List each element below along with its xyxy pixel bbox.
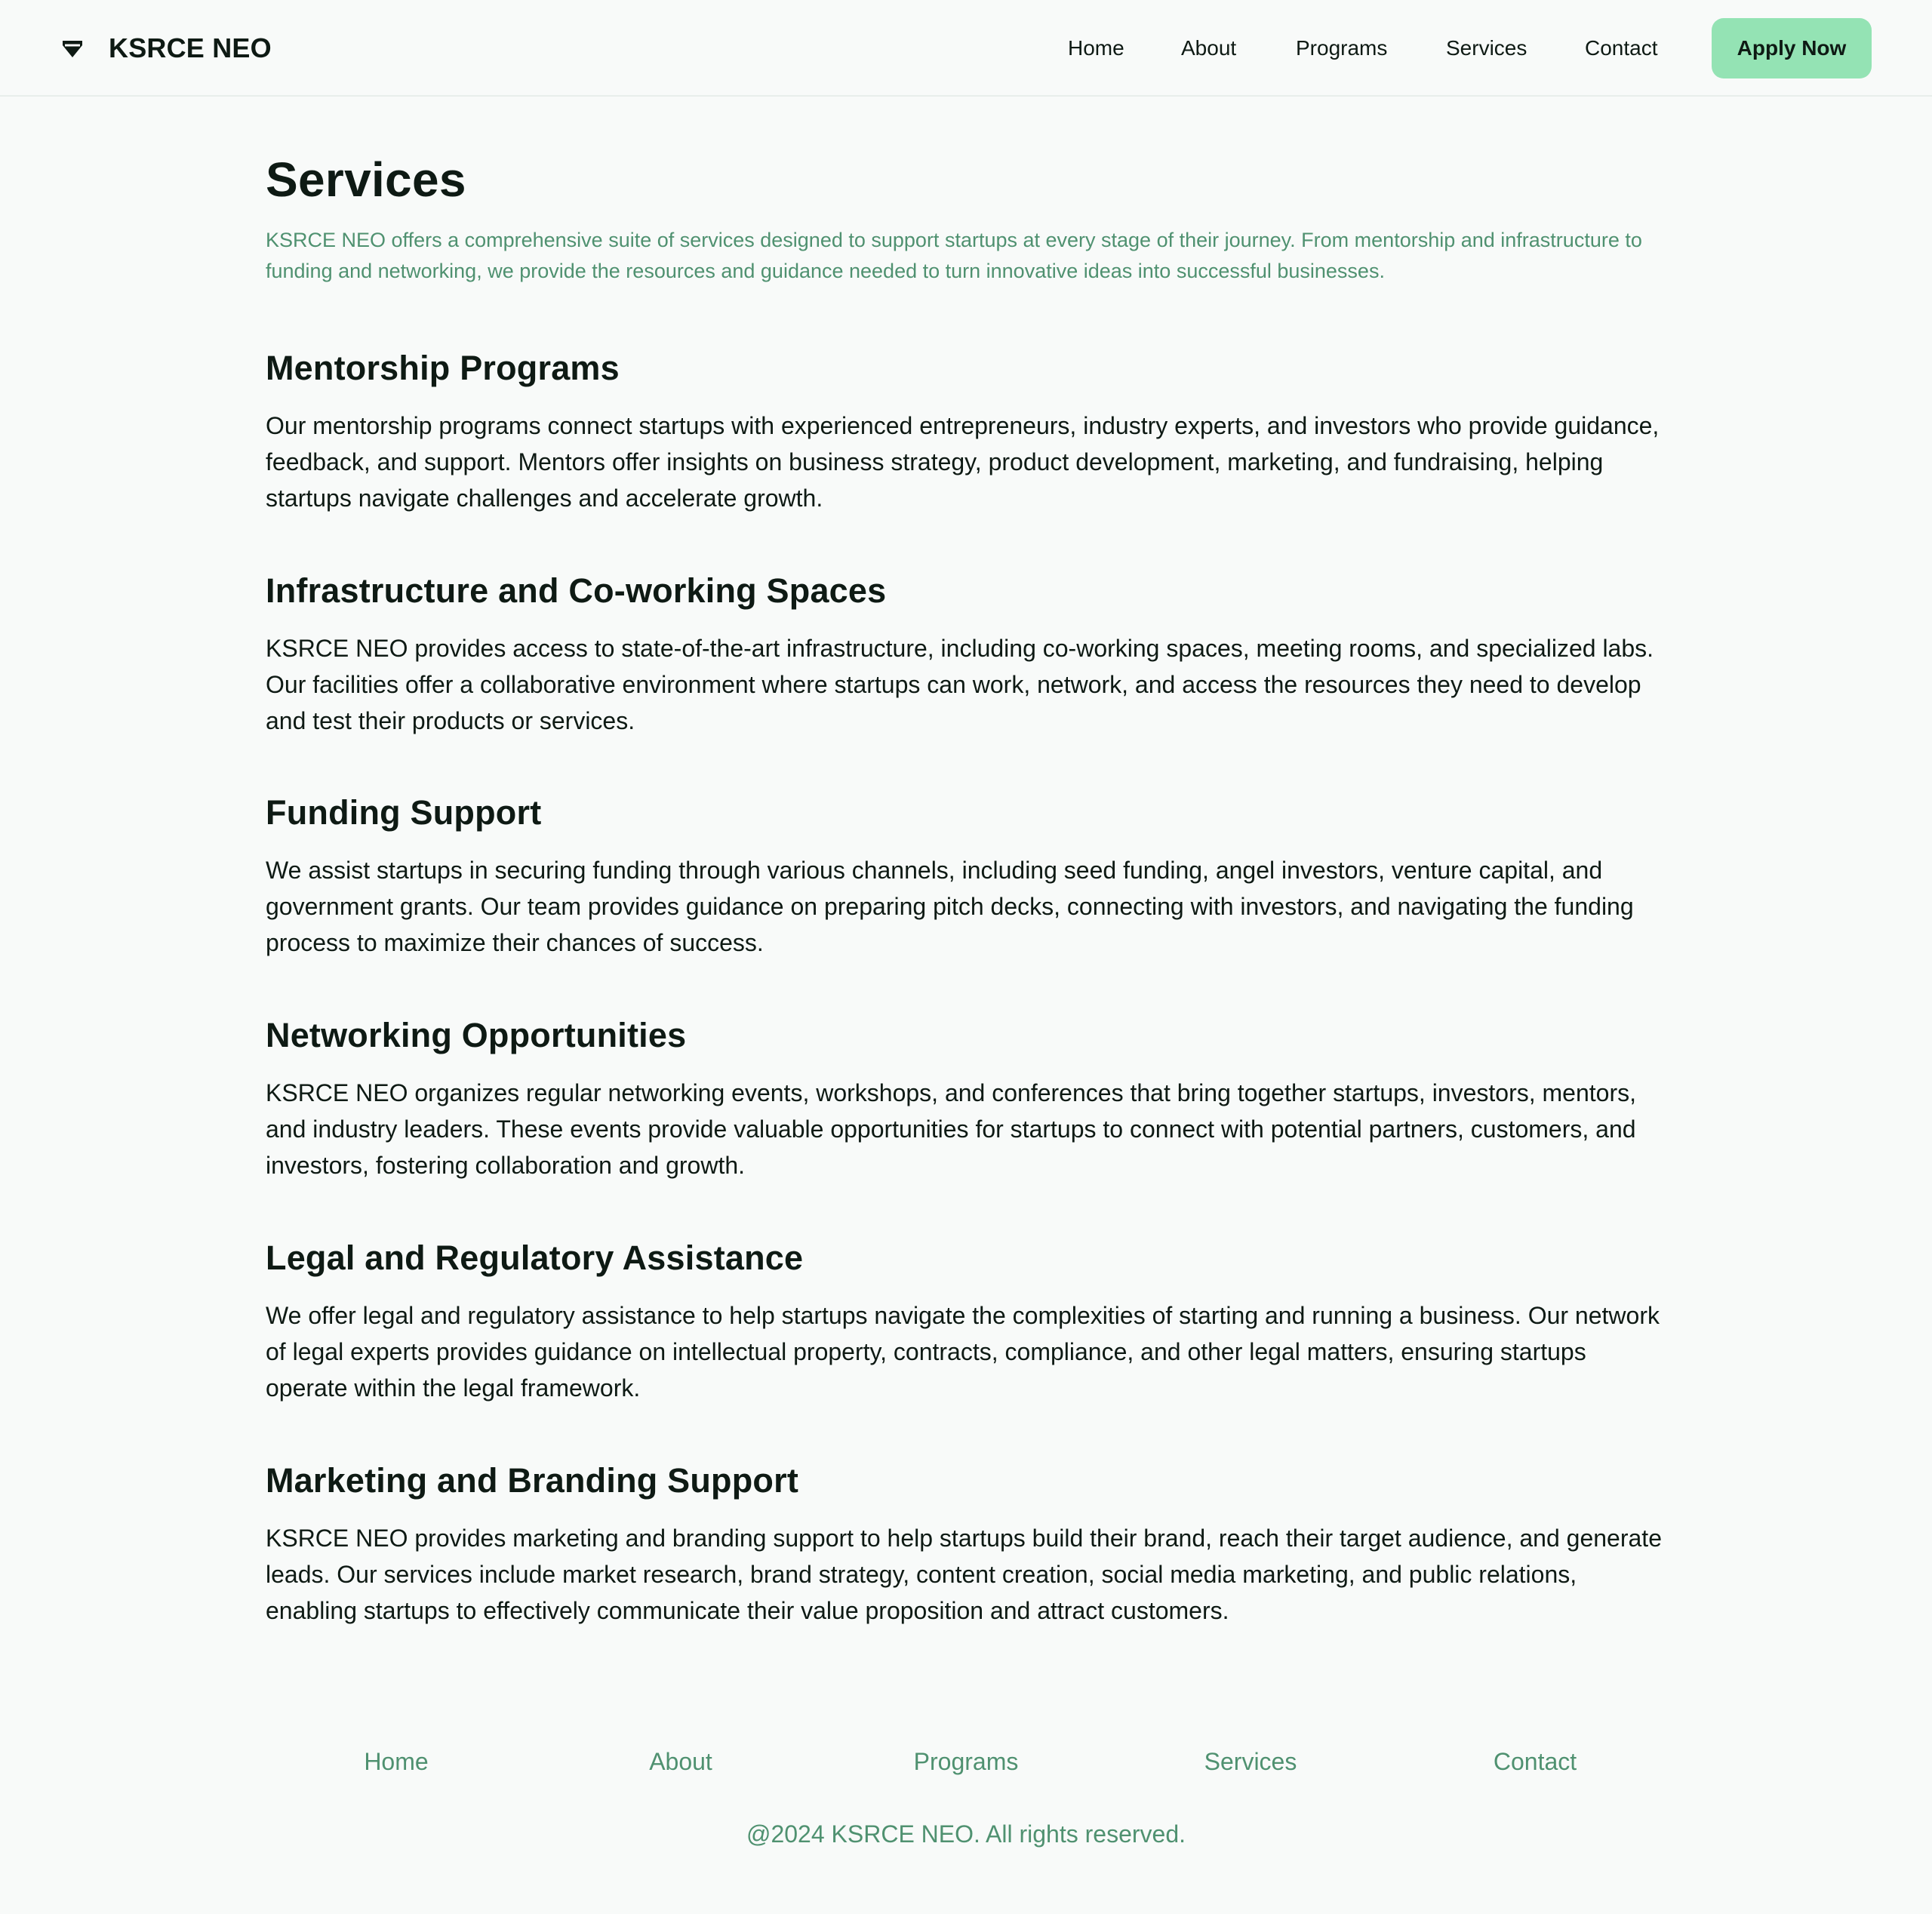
service-description: KSRCE NEO organizes regular networking e…: [266, 1079, 1636, 1179]
copyright-text: @2024 KSRCE NEO. All rights reserved.: [746, 1820, 1186, 1848]
service-description: Our mentorship programs connect startups…: [266, 412, 1660, 512]
page-title: Services: [266, 152, 466, 207]
service-title: Mentorship Programs: [266, 349, 620, 387]
nav-about[interactable]: About: [1181, 30, 1236, 66]
service-title: Legal and Regulatory Assistance: [266, 1239, 804, 1277]
apply-now-button[interactable]: Apply Now: [1712, 18, 1872, 78]
service-description: We assist startups in securing funding t…: [266, 857, 1634, 956]
footer-link-programs[interactable]: Programs: [914, 1742, 1019, 1781]
footer-link-services[interactable]: Services: [1204, 1742, 1297, 1781]
main-nav: Home About Programs Services Contact: [0, 30, 1932, 66]
service-networking: Networking Opportunities KSRCE NEO organ…: [266, 1014, 1669, 1183]
service-marketing: Marketing and Branding Support KSRCE NEO…: [266, 1460, 1669, 1629]
footer-link-about[interactable]: About: [649, 1742, 712, 1781]
site-header: KSRCE NEO Home About Programs Services C…: [0, 0, 1932, 97]
services-content: Services KSRCE NEO offers a comprehensiv…: [266, 148, 1669, 1624]
service-mentorship: Mentorship Programs Our mentorship progr…: [266, 347, 1669, 516]
service-title: Funding Support: [266, 793, 542, 832]
service-title: Networking Opportunities: [266, 1016, 687, 1054]
service-funding: Funding Support We assist startups in se…: [266, 792, 1669, 961]
nav-contact[interactable]: Contact: [1585, 30, 1658, 66]
nav-programs[interactable]: Programs: [1296, 30, 1387, 66]
footer-link-contact[interactable]: Contact: [1494, 1742, 1577, 1781]
page-intro: KSRCE NEO offers a comprehensive suite o…: [266, 229, 1642, 282]
service-infrastructure: Infrastructure and Co-working Spaces KSR…: [266, 570, 1669, 739]
service-title: Infrastructure and Co-working Spaces: [266, 571, 887, 610]
nav-services[interactable]: Services: [1446, 30, 1527, 66]
service-description: KSRCE NEO provides access to state-of-th…: [266, 635, 1654, 734]
service-description: We offer legal and regulatory assistance…: [266, 1302, 1660, 1402]
footer-nav: Home About Programs Services Contact: [0, 1742, 1932, 1781]
service-legal: Legal and Regulatory Assistance We offer…: [266, 1237, 1669, 1406]
nav-home[interactable]: Home: [1068, 30, 1124, 66]
service-title: Marketing and Branding Support: [266, 1461, 799, 1500]
service-description: KSRCE NEO provides marketing and brandin…: [266, 1525, 1662, 1624]
footer-link-home[interactable]: Home: [364, 1742, 428, 1781]
